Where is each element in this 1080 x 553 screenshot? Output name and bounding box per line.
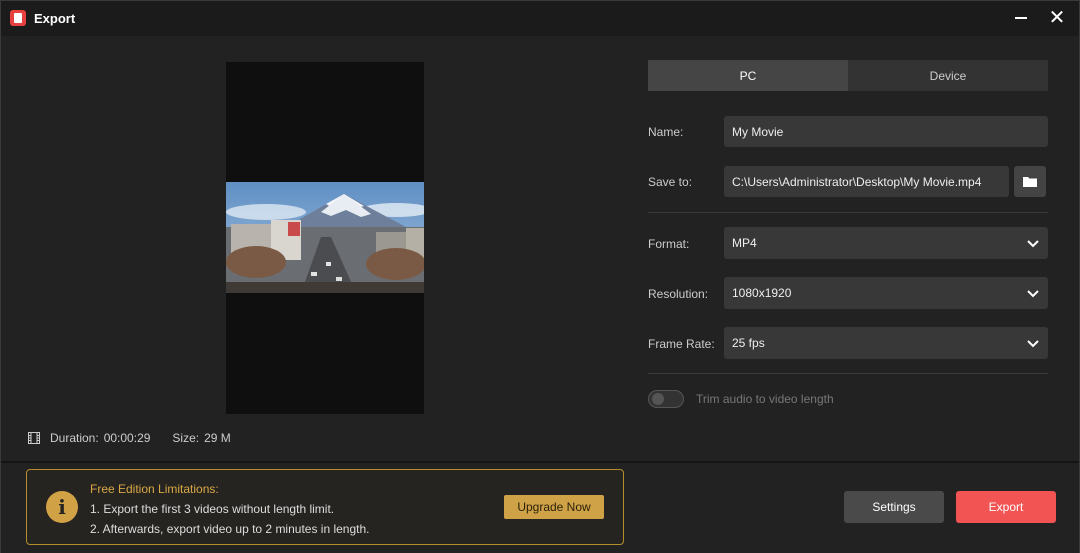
tab-pc[interactable]: PC bbox=[648, 60, 848, 91]
save-to-label: Save to: bbox=[648, 175, 693, 189]
name-label: Name: bbox=[648, 125, 684, 139]
export-window: Export ✕ Duration: 00:00:29 Size: 29 M P… bbox=[0, 0, 1080, 553]
resolution-value: 1080x1920 bbox=[732, 286, 792, 300]
upgrade-now-button[interactable]: Upgrade Now bbox=[504, 495, 604, 519]
close-button[interactable]: ✕ bbox=[1045, 7, 1069, 29]
toggle-knob bbox=[652, 393, 664, 405]
save-path-input[interactable]: C:\Users\Administrator\Desktop\My Movie.… bbox=[724, 166, 1009, 197]
chevron-down-icon bbox=[1027, 290, 1039, 298]
title-bar: Export ✕ bbox=[1, 1, 1079, 36]
notice-title: Free Edition Limitations: bbox=[90, 482, 219, 496]
duration-label: Duration: bbox=[50, 431, 99, 445]
settings-button[interactable]: Settings bbox=[844, 491, 944, 523]
info-icon: i bbox=[46, 491, 78, 523]
browse-folder-button[interactable] bbox=[1014, 166, 1046, 197]
free-edition-notice: i Free Edition Limitations: 1. Export th… bbox=[26, 469, 624, 545]
frame-rate-select[interactable]: 25 fps bbox=[724, 327, 1048, 359]
resolution-select[interactable]: 1080x1920 bbox=[724, 277, 1048, 309]
notice-line-1: 1. Export the first 3 videos without len… bbox=[90, 502, 335, 516]
size-value: 29 M bbox=[204, 431, 231, 445]
trim-audio-toggle[interactable] bbox=[648, 390, 684, 408]
destination-tabs: PC Device bbox=[648, 60, 1048, 91]
chevron-down-icon bbox=[1027, 340, 1039, 348]
frame-rate-value: 25 fps bbox=[732, 336, 765, 350]
folder-icon bbox=[1023, 177, 1037, 187]
export-button[interactable]: Export bbox=[956, 491, 1056, 523]
video-preview bbox=[226, 62, 424, 414]
notice-line-2: 2. Afterwards, export video up to 2 minu… bbox=[90, 522, 370, 536]
tab-device[interactable]: Device bbox=[848, 60, 1048, 91]
preview-image bbox=[226, 182, 424, 293]
chevron-down-icon bbox=[1027, 240, 1039, 248]
window-title: Export bbox=[34, 11, 76, 26]
minimize-button[interactable] bbox=[1009, 7, 1033, 29]
name-input[interactable]: My Movie bbox=[724, 116, 1048, 147]
duration-value: 00:00:29 bbox=[103, 431, 151, 445]
film-icon bbox=[28, 432, 40, 444]
preview-thumbnail bbox=[226, 182, 424, 293]
frame-rate-label: Frame Rate: bbox=[648, 337, 715, 351]
format-label: Format: bbox=[648, 237, 690, 251]
divider-top bbox=[648, 212, 1048, 213]
format-select[interactable]: MP4 bbox=[724, 227, 1048, 259]
divider-bottom bbox=[648, 373, 1048, 374]
preview-meta: Duration: 00:00:29 Size: 29 M bbox=[28, 431, 231, 445]
size-label: Size: bbox=[172, 431, 200, 445]
app-logo-icon bbox=[10, 10, 26, 26]
minimize-icon bbox=[1015, 17, 1027, 19]
trim-audio-label: Trim audio to video length bbox=[696, 392, 834, 406]
resolution-label: Resolution: bbox=[648, 287, 709, 301]
format-value: MP4 bbox=[732, 236, 757, 250]
